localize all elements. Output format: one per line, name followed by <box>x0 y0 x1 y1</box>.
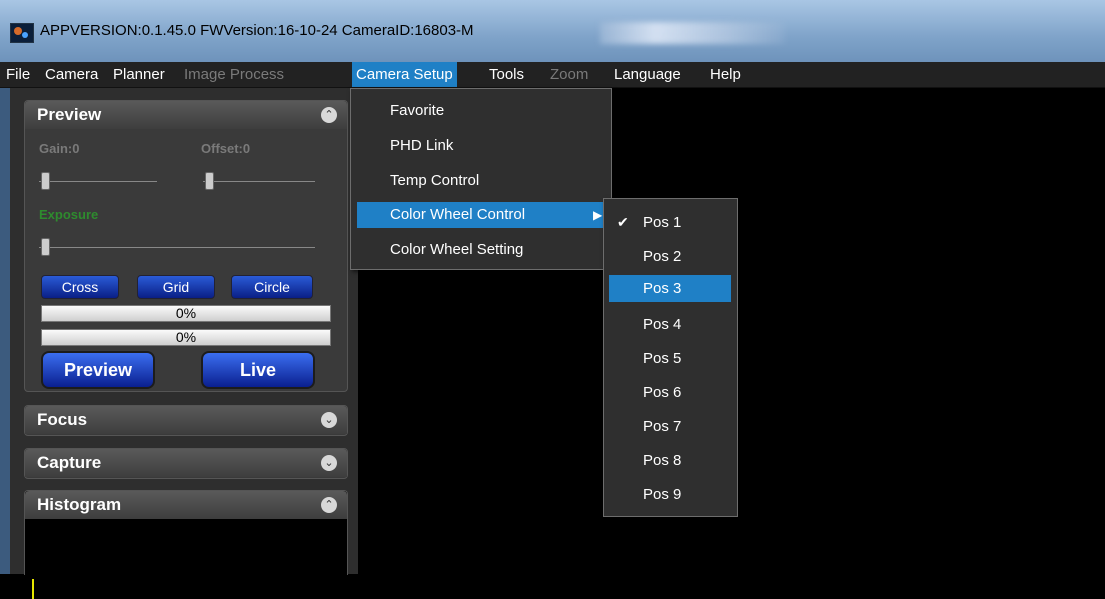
submenu-pos-1[interactable]: Pos 1 <box>643 214 681 231</box>
offset-slider-track[interactable] <box>203 181 315 182</box>
menu-camera-setup[interactable]: Camera Setup <box>352 62 457 87</box>
capture-panel-title: Capture <box>37 453 102 472</box>
color-wheel-submenu: ✔ Pos 1 Pos 2 Pos 3 Pos 4 Pos 5 Pos 6 Po… <box>603 198 738 517</box>
menu-language[interactable]: Language <box>610 62 685 87</box>
menu-tools[interactable]: Tools <box>485 62 528 87</box>
cross-button[interactable]: Cross <box>41 275 119 299</box>
submenu-pos-8[interactable]: Pos 8 <box>643 452 681 469</box>
progress-bar-2: 0% <box>41 329 331 346</box>
grid-button[interactable]: Grid <box>137 275 215 299</box>
submenu-pos-5[interactable]: Pos 5 <box>643 350 681 367</box>
focus-panel-header[interactable]: Focus ⌄ <box>25 406 347 434</box>
gain-slider-track[interactable] <box>39 181 157 182</box>
title-bar: APPVERSION:0.1.45.0 FWVersion:16-10-24 C… <box>0 0 1105 62</box>
expand-icon[interactable]: ⌄ <box>321 455 337 471</box>
gain-slider-thumb[interactable] <box>41 172 50 190</box>
gain-label: Gain:0 <box>39 141 80 156</box>
histogram-panel-header[interactable]: Histogram ⌃ <box>25 491 347 519</box>
menu-item-phd-link[interactable]: PHD Link <box>390 137 453 154</box>
menu-item-temp-control[interactable]: Temp Control <box>390 172 479 189</box>
capture-panel-header[interactable]: Capture ⌄ <box>25 449 347 477</box>
histogram-plot-line <box>32 579 34 599</box>
preview-panel-title: Preview <box>37 105 102 124</box>
menu-image-process[interactable]: Image Process <box>180 62 288 87</box>
camera-setup-menu: Favorite PHD Link Temp Control Color Whe… <box>350 88 612 270</box>
exposure-label: Exposure <box>39 207 99 222</box>
submenu-pos-9[interactable]: Pos 9 <box>643 486 681 503</box>
preview-button[interactable]: Preview <box>41 351 155 389</box>
menu-item-favorite[interactable]: Favorite <box>390 102 444 119</box>
histogram-panel: Histogram ⌃ <box>24 490 348 599</box>
progress-1-text: 0% <box>175 305 197 321</box>
app-icon <box>10 23 34 43</box>
circle-button[interactable]: Circle <box>231 275 313 299</box>
collapse-icon[interactable]: ⌃ <box>321 497 337 513</box>
focus-panel: Focus ⌄ <box>24 405 348 436</box>
focus-panel-title: Focus <box>37 410 88 429</box>
exposure-slider-track[interactable] <box>39 247 315 248</box>
submenu-pos-4[interactable]: Pos 4 <box>643 316 681 333</box>
collapse-icon[interactable]: ⌃ <box>321 107 337 123</box>
progress-2-text: 0% <box>175 329 197 345</box>
submenu-pos-6[interactable]: Pos 6 <box>643 384 681 401</box>
exposure-slider-thumb[interactable] <box>41 238 50 256</box>
menu-zoom[interactable]: Zoom <box>546 62 592 87</box>
color-wheel-control-label: Color Wheel Control <box>390 206 526 223</box>
window-title: APPVERSION:0.1.45.0 FWVersion:16-10-24 C… <box>40 22 474 39</box>
capture-panel: Capture ⌄ <box>24 448 348 479</box>
histogram-panel-title: Histogram <box>37 495 122 514</box>
offset-slider-thumb[interactable] <box>205 172 214 190</box>
redacted-camera-id <box>600 22 785 44</box>
pos-3-label: Pos 3 <box>643 280 682 297</box>
menu-help[interactable]: Help <box>706 62 745 87</box>
menu-planner[interactable]: Planner <box>109 62 169 87</box>
submenu-arrow-icon: ▶ <box>593 208 603 222</box>
submenu-pos-7[interactable]: Pos 7 <box>643 418 681 435</box>
preview-panel-header[interactable]: Preview ⌃ <box>25 101 347 129</box>
preview-panel: Preview ⌃ Gain:0 Offset:0 Exposure Cross… <box>24 100 348 392</box>
menu-bar: File Camera Planner Image Process Camera… <box>0 62 1105 88</box>
submenu-pos-2[interactable]: Pos 2 <box>643 248 681 265</box>
menu-file[interactable]: File <box>2 62 34 87</box>
expand-icon[interactable]: ⌄ <box>321 412 337 428</box>
offset-label: Offset:0 <box>201 141 251 156</box>
dock-edge <box>0 88 10 574</box>
menu-item-color-wheel-control[interactable]: Color Wheel Control ▶ <box>357 202 607 228</box>
menu-camera[interactable]: Camera <box>41 62 102 87</box>
submenu-pos-3[interactable]: Pos 3 <box>609 275 731 302</box>
menu-item-color-wheel-setting[interactable]: Color Wheel Setting <box>390 241 523 258</box>
checkmark-icon: ✔ <box>617 214 629 230</box>
live-button[interactable]: Live <box>201 351 315 389</box>
progress-bar-1: 0% <box>41 305 331 322</box>
